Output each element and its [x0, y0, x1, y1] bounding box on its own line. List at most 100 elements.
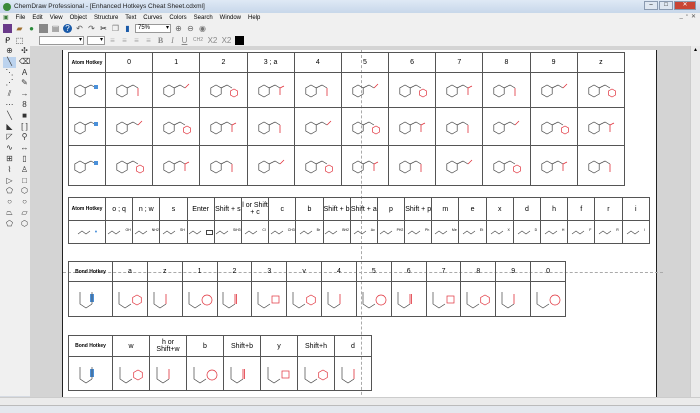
maximize-button[interactable]: □: [659, 1, 673, 10]
bold-bond-icon[interactable]: ╲: [3, 111, 16, 122]
document-page[interactable]: Atom Hotkey 0 1 2 3 ; a456789z Atom Hotkey o …: [62, 50, 663, 397]
hotkey-label: i: [621, 197, 651, 221]
hashed-bond-icon[interactable]: ⋯: [3, 100, 16, 111]
result-structure: [482, 107, 531, 146]
menu-help[interactable]: Help: [248, 15, 260, 21]
save-icon[interactable]: [39, 23, 48, 33]
wedge-bond-icon[interactable]: ◣: [3, 122, 16, 133]
superscript-button[interactable]: X2: [221, 36, 232, 45]
chemical-style-button[interactable]: CH2: [192, 36, 204, 45]
scroll-up-icon[interactable]: ▴: [691, 46, 700, 53]
menu-edit[interactable]: Edit: [32, 15, 42, 21]
help-icon[interactable]: ?: [63, 23, 72, 33]
print-icon[interactable]: ▤: [51, 24, 60, 33]
result-structure: [260, 356, 298, 391]
doc-close-button[interactable]: ✕: [691, 13, 696, 20]
new-document-icon[interactable]: [3, 23, 12, 33]
hotkey-label: h or Shift+w: [149, 335, 187, 357]
show-icon[interactable]: ◉: [198, 24, 207, 33]
align-left-icon[interactable]: ≡: [108, 36, 117, 45]
hotkey-label: 2: [216, 261, 253, 282]
menu-curves[interactable]: Curves: [143, 15, 162, 21]
drawing-canvas[interactable]: Atom Hotkey 0 1 2 3 ; a456789z Atom Hotkey o …: [30, 46, 690, 397]
result-structure: [286, 281, 323, 317]
menu-object[interactable]: Object: [70, 15, 87, 21]
group-label: Ph: [425, 228, 430, 232]
doc-minimize-button[interactable]: _: [679, 13, 682, 20]
bond-hotkey-table-2: Bond Hotkey w h or Shift+w b Shift+b y Shift+h…: [68, 335, 372, 391]
result-structure: [529, 72, 578, 108]
cyclopentadiene-icon[interactable]: ⬠: [3, 219, 16, 230]
example-structure: [68, 107, 106, 146]
wavy-bond-icon[interactable]: ∿: [3, 143, 16, 154]
bond-tool-icon[interactable]: ⋱: [3, 68, 16, 79]
acyclic-chain-icon[interactable]: ⌇: [3, 165, 16, 176]
result-structure: [435, 107, 484, 146]
hotkey-label: a: [112, 261, 148, 282]
menu-window[interactable]: Window: [220, 15, 241, 21]
size-select[interactable]: [87, 35, 105, 45]
copy-icon[interactable]: ❐: [111, 24, 120, 33]
zoom-select[interactable]: 75%: [135, 23, 171, 33]
bond-hotkey-table: Bond Hotkey a z 1 2 3 v 4 5 6 7 8 9 0: [68, 261, 566, 317]
menu-view[interactable]: View: [50, 15, 63, 21]
result-structure: [293, 72, 342, 108]
open-icon[interactable]: ▰: [15, 24, 24, 33]
group-label: Me: [451, 228, 457, 232]
dashed-bond-icon[interactable]: ⋰: [3, 78, 16, 89]
example-structure: [68, 145, 106, 186]
result-structure: X: [485, 220, 514, 244]
table-row: [68, 72, 626, 108]
menu-structure[interactable]: Structure: [94, 15, 118, 21]
hotkey-label: Shift + b: [322, 197, 351, 221]
undo-icon[interactable]: ↶: [75, 24, 84, 33]
double-bond-icon[interactable]: ⫽: [3, 89, 16, 100]
horizontal-scrollbar[interactable]: [0, 397, 700, 405]
hotkey-label: Enter: [186, 197, 215, 221]
marquee-icon[interactable]: ⬚: [15, 36, 24, 45]
menu-text[interactable]: Text: [125, 15, 136, 21]
result-structure: [251, 281, 288, 317]
result-structure: [216, 281, 253, 317]
subscript-button[interactable]: X2: [207, 36, 218, 45]
close-button[interactable]: ✕: [674, 1, 696, 10]
result-structure: CH3: [268, 220, 297, 244]
lasso-icon[interactable]: ᑭ: [3, 36, 12, 45]
color-swatch[interactable]: [235, 35, 244, 45]
cut-icon[interactable]: ✂: [99, 24, 108, 33]
doc-restore-button[interactable]: ▫: [686, 13, 688, 20]
zoom-in-icon[interactable]: ⊕: [174, 24, 183, 33]
bold-button[interactable]: B: [156, 36, 165, 45]
solid-bond-icon[interactable]: ╲: [3, 56, 16, 68]
vertical-scrollbar[interactable]: ▴: [690, 46, 700, 397]
result-structure: [181, 281, 218, 317]
result-structure: [104, 72, 154, 108]
window-title: ChemDraw Professional - [Enhanced Hotkey…: [14, 3, 205, 10]
redo-icon[interactable]: ↷: [87, 24, 96, 33]
result-structure: Me: [431, 220, 460, 244]
justify-icon[interactable]: ≡: [144, 36, 153, 45]
zoom-out-icon[interactable]: ⊖: [186, 24, 195, 33]
menu-colors[interactable]: Colors: [169, 15, 186, 21]
menu-file[interactable]: File: [16, 15, 26, 21]
open-web-icon[interactable]: ●: [27, 24, 36, 33]
result-structure: Ac: [349, 220, 378, 244]
result-structure: [530, 281, 566, 317]
chair-icon[interactable]: ⏢: [3, 208, 16, 219]
paste-icon[interactable]: ▮: [123, 24, 132, 33]
rotate-icon[interactable]: ⊕: [3, 46, 16, 57]
header-row: Bond Hotkey a z 1 2 3 v 4 5 6 7 8 9 0: [68, 261, 566, 282]
italic-button[interactable]: I: [168, 36, 177, 45]
font-select[interactable]: [39, 35, 84, 45]
cyclopropane-icon[interactable]: ⬠: [3, 186, 16, 197]
underline-button[interactable]: U: [180, 36, 189, 45]
title-bar: ChemDraw Professional - [Enhanced Hotkey…: [0, 0, 700, 13]
align-center-icon[interactable]: ≡: [120, 36, 129, 45]
align-right-icon[interactable]: ≡: [132, 36, 141, 45]
cycloheptane-icon[interactable]: ○: [3, 197, 16, 208]
minimize-button[interactable]: –: [644, 1, 658, 10]
hashed-wedge-icon[interactable]: ◸: [3, 132, 16, 143]
table-icon[interactable]: ⊞: [3, 154, 16, 165]
menu-search[interactable]: Search: [194, 15, 213, 21]
play-icon[interactable]: ▷: [3, 176, 16, 187]
